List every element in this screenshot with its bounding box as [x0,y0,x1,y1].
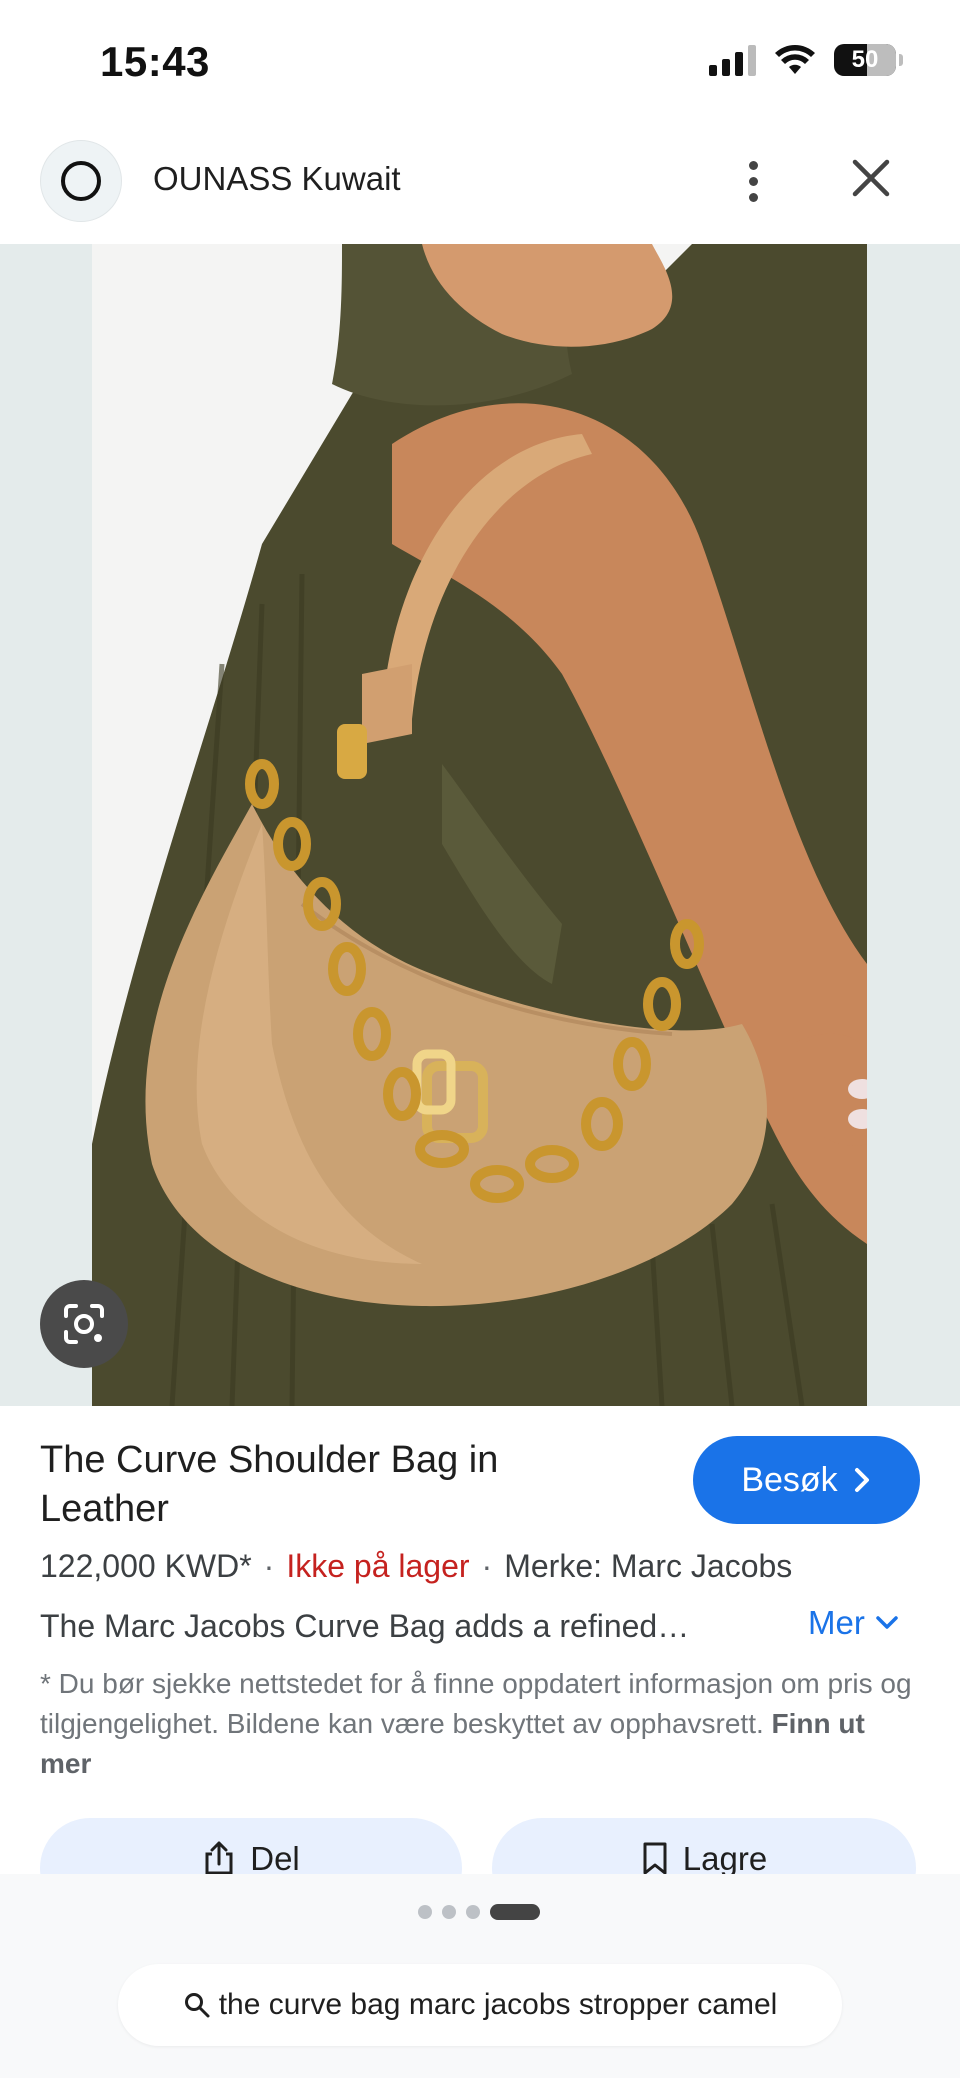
search-query-pill[interactable]: the curve bag marc jacobs stropper camel [118,1964,842,2046]
chevron-down-icon [876,1616,898,1629]
close-icon[interactable] [845,152,897,204]
share-icon [205,1841,233,1874]
lens-glyph-icon [64,1304,104,1344]
product-description: The Marc Jacobs Curve Bag adds a refined… [40,1608,690,1644]
meta-separator: · [481,1548,493,1584]
save-button-label: Lagre [682,1840,768,1874]
pager-dot[interactable] [442,1905,456,1919]
product-info-panel: The Curve Shoulder Bag in Leather Besøk … [0,1406,960,1874]
search-icon [184,1993,210,2018]
status-bar: 15:43 50 [0,0,960,130]
share-button[interactable]: Del [40,1818,462,1874]
product-meta: 122,000 KWD* · Ikke på lager · Merke: Marc J… [40,1548,792,1585]
status-time: 15:43 [100,38,210,85]
battery-icon: 50 [834,44,903,76]
product-photo[interactable] [92,244,867,1406]
pager-dot-active[interactable] [490,1904,540,1920]
site-name[interactable]: OUNASS Kuwait [153,160,401,198]
brand: Merke: Marc Jacobs [504,1548,793,1584]
bookmark-icon [643,1842,667,1874]
share-button-label: Del [250,1840,300,1874]
product-title[interactable]: The Curve Shoulder Bag in Leather [40,1436,600,1534]
viewer-header: OUNASS Kuwait [0,130,960,244]
visit-button[interactable]: Besøk [693,1436,920,1524]
pager-dot[interactable] [418,1905,432,1919]
meta-separator: · [263,1548,275,1584]
save-button[interactable]: Lagre [492,1818,916,1874]
more-link-label: Mer [808,1604,865,1641]
pager-dot[interactable] [466,1905,480,1919]
product-image-area [0,244,960,1406]
bag-model-image [92,244,867,1406]
battery-level: 50 [851,46,879,73]
chevron-right-icon [854,1468,869,1492]
disclaimer: * Du bør sjekke nettstedet for å finne o… [40,1664,920,1784]
cellular-signal-icon [709,44,756,76]
bottom-area: the curve bag marc jacobs stropper camel [0,1874,960,2078]
more-link[interactable]: Mer [808,1604,899,1642]
wifi-icon [775,45,815,74]
ounass-logo-icon[interactable] [40,140,122,222]
visit-button-label: Besøk [741,1460,838,1499]
status-icons: 50 [709,44,903,76]
google-lens-icon[interactable] [40,1280,128,1368]
stock-status: Ikke på lager [286,1548,470,1584]
price: 122,000 KWD* [40,1548,252,1584]
more-vertical-icon[interactable] [732,150,774,212]
search-query-text: the curve bag marc jacobs stropper camel [218,1988,778,2021]
image-pager [418,1904,540,1920]
